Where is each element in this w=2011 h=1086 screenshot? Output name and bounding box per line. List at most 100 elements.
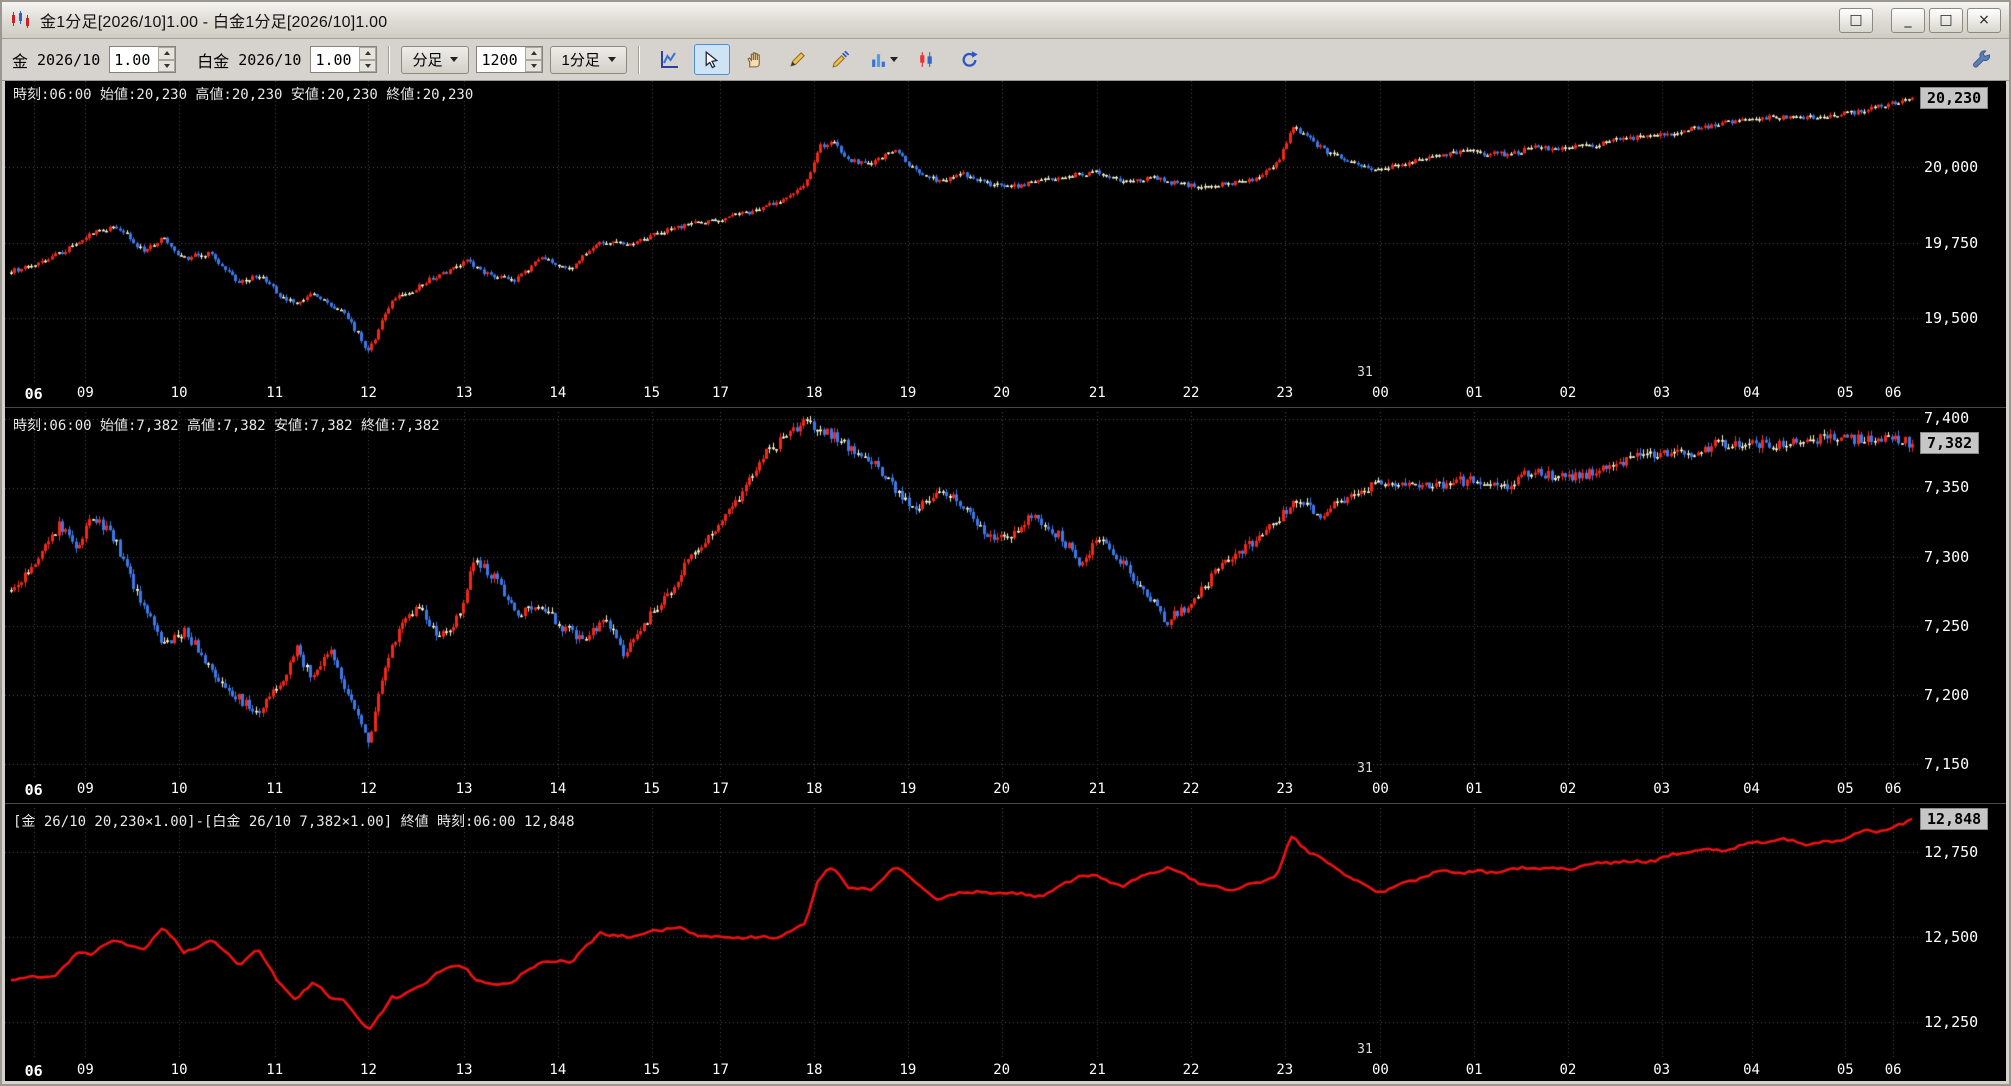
gold-time-axis[interactable]: 0609101112131415171819202122230001020304…	[5, 382, 1918, 404]
platinum-multiplier-spinner	[310, 46, 377, 73]
time-tick-label: 04	[1743, 1062, 1760, 1078]
spinner-up-button[interactable]	[525, 47, 542, 60]
spread-chart-canvas[interactable]	[5, 808, 1918, 1059]
time-tick-label: 12	[360, 781, 377, 797]
gold-price-axis[interactable]: 20,230 20,00019,75019,500	[1918, 81, 2006, 382]
gold-multiplier-input[interactable]	[110, 47, 158, 72]
time-tick-label: 06	[25, 781, 43, 799]
chevron-down-icon	[450, 57, 458, 62]
price-tick-label: 7,150	[1924, 755, 1969, 773]
pencil-tool-button[interactable]	[780, 44, 816, 75]
gold-ohlc-readout: 時刻:06:00 始値:20,230 高値:20,230 安値:20,230 終…	[13, 84, 473, 104]
time-tick-label: 15	[643, 385, 660, 401]
time-tick-label: 23	[1276, 781, 1293, 797]
price-tick-label: 7,350	[1924, 478, 1969, 496]
gold-contract-month[interactable]: 2026/10	[35, 51, 102, 69]
time-tick-label: 01	[1466, 781, 1483, 797]
time-tick-label: 20	[993, 385, 1010, 401]
minimize-button[interactable]: _	[1891, 8, 1925, 33]
wrench-icon	[1971, 49, 1992, 70]
time-tick-label: 03	[1653, 1062, 1670, 1078]
time-tick-label: 13	[456, 781, 473, 797]
platinum-price-axis[interactable]: 7,382 7,4007,3507,3007,2507,2007,150	[1918, 412, 2006, 778]
spread-time-axis[interactable]: 0609101112131415171819202122230001020304…	[5, 1059, 1918, 1081]
settings-button[interactable]	[1963, 44, 1999, 75]
chart-axes-icon	[658, 50, 680, 70]
time-tick-label: 17	[712, 385, 729, 401]
price-tick-label: 7,400	[1924, 409, 1969, 427]
panel-splitter[interactable]	[5, 800, 2006, 808]
time-tick-label: 18	[806, 781, 823, 797]
time-tick-label: 10	[171, 385, 188, 401]
gold-chart-canvas[interactable]	[5, 81, 1918, 382]
time-tick-label: 01	[1466, 385, 1483, 401]
app-candlestick-icon	[10, 11, 32, 29]
chart-cursor-tool-button[interactable]	[651, 44, 687, 75]
time-tick-label: 19	[899, 1062, 916, 1078]
time-tick-label: 19	[899, 781, 916, 797]
time-tick-label: 23	[1276, 1062, 1293, 1078]
time-tick-label: 20	[993, 1062, 1010, 1078]
pan-tool-button[interactable]	[737, 44, 773, 75]
platinum-chart-canvas[interactable]	[5, 412, 1918, 778]
time-tick-label: 13	[456, 385, 473, 401]
time-tick-label: 17	[712, 781, 729, 797]
maximize-button[interactable]: □	[1929, 8, 1963, 33]
time-tick-label: 15	[643, 1062, 660, 1078]
time-tick-label: 09	[77, 1062, 94, 1078]
axis-corner	[1918, 1059, 2006, 1081]
time-tick-label: 11	[266, 385, 283, 401]
chevron-up-icon	[531, 51, 537, 55]
spinner-down-button[interactable]	[359, 60, 376, 73]
draw-marks-tool-button[interactable]	[823, 44, 859, 75]
time-tick-label: 05	[1837, 1062, 1854, 1078]
timeframe-dropdown[interactable]: 1分足	[550, 46, 626, 74]
platinum-multiplier-input[interactable]	[311, 47, 359, 72]
panel-splitter[interactable]	[5, 404, 2006, 412]
time-tick-label: 00	[1372, 1062, 1389, 1078]
chevron-up-icon	[164, 51, 170, 55]
bar-count-input[interactable]	[477, 47, 525, 72]
platinum-ohlc-readout: 時刻:06:00 始値:7,382 高値:7,382 安値:7,382 終値:7…	[13, 415, 440, 435]
close-button[interactable]: ×	[1967, 8, 2001, 33]
pencil-icon	[788, 50, 807, 69]
period-type-label: 分足	[412, 49, 442, 70]
platinum-symbol-label: 白金	[197, 48, 229, 72]
chevron-up-icon	[365, 51, 371, 55]
refresh-button[interactable]	[952, 44, 988, 75]
time-tick-label: 06	[1885, 1062, 1902, 1078]
time-tick-label: 09	[77, 385, 94, 401]
select-tool-button[interactable]	[694, 44, 730, 75]
time-tick-label: 06	[25, 1062, 43, 1080]
cursor-arrow-icon	[702, 50, 721, 69]
chart-type-dropdown-button[interactable]	[866, 44, 902, 75]
price-tick-label: 7,200	[1924, 686, 1969, 704]
price-tick-label: 19,750	[1924, 234, 1978, 252]
compare-charts-button[interactable]	[909, 44, 945, 75]
spinner-up-button[interactable]	[359, 47, 376, 60]
spinner-down-button[interactable]	[158, 60, 175, 73]
price-tick-label: 7,250	[1924, 617, 1969, 635]
spinner-down-button[interactable]	[525, 60, 542, 73]
time-tick-label: 10	[171, 781, 188, 797]
platinum-time-axis[interactable]: 0609101112131415171819202122230001020304…	[5, 778, 1918, 800]
time-tick-label: 14	[549, 781, 566, 797]
time-tick-label: 02	[1559, 385, 1576, 401]
chevron-down-icon	[890, 57, 898, 62]
period-type-dropdown[interactable]: 分足	[401, 46, 469, 74]
time-tick-label: 17	[712, 1062, 729, 1078]
time-tick-label: 05	[1837, 385, 1854, 401]
time-tick-label: 22	[1183, 385, 1200, 401]
axis-corner	[1918, 778, 2006, 800]
time-tick-label: 13	[456, 1062, 473, 1078]
platinum-contract-month[interactable]: 2026/10	[236, 51, 303, 69]
time-tick-label: 06	[1885, 385, 1902, 401]
time-tick-label: 10	[171, 1062, 188, 1078]
float-window-button[interactable]: □	[1839, 8, 1873, 33]
time-tick-label: 00	[1372, 781, 1389, 797]
time-tick-label: 01	[1466, 1062, 1483, 1078]
spinner-up-button[interactable]	[158, 47, 175, 60]
title-bar[interactable]: 金1分足[2026/10]1.00 - 白金1分足[2026/10]1.00 □…	[2, 2, 2009, 39]
spread-price-axis[interactable]: 12,848 12,75012,50012,250	[1918, 808, 2006, 1059]
date-change-label: 31	[1357, 365, 1373, 380]
